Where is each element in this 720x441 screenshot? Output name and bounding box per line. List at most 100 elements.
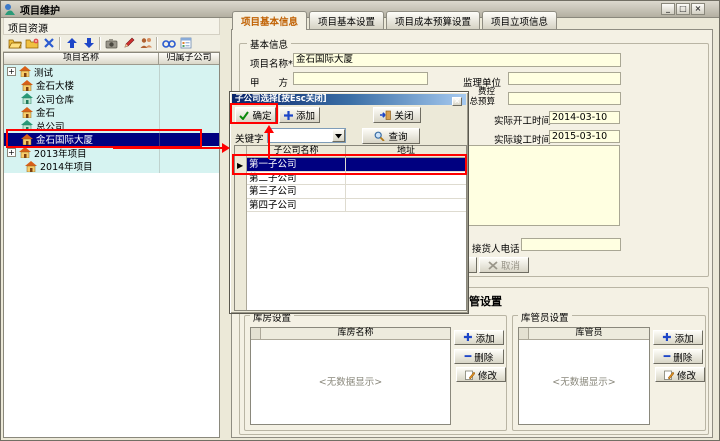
app-icon (4, 3, 16, 15)
open-folder-icon[interactable] (6, 36, 23, 51)
keeper-grid-header[interactable]: 库管员 (529, 328, 649, 339)
move-down-icon[interactable] (80, 36, 97, 51)
close-button[interactable]: × (691, 3, 705, 15)
toolbar-separator (99, 37, 101, 50)
tree-item-jinshi[interactable]: 金石 (4, 106, 219, 120)
tree-item-2013-projects[interactable]: + 2013年项目 (4, 146, 219, 160)
keyword-label: 关键字 (235, 131, 264, 145)
dialog-add-button[interactable]: 添加 (279, 107, 320, 123)
tree-item-zonggongsi[interactable]: 总公司 (4, 119, 219, 133)
dialog-close-button[interactable]: 关闭 (373, 107, 421, 123)
cancel-button[interactable]: 取消 (479, 257, 529, 273)
receiver-phone-label: 接货人电话 (472, 241, 520, 255)
dialog-search-button[interactable]: 查询 (362, 128, 420, 144)
actual-start-input[interactable]: 2014-03-10 (549, 111, 620, 124)
subsidiary-row-1[interactable]: 第一子公司 (247, 158, 466, 172)
tree-item-2014-projects[interactable]: 2014年项目 (4, 160, 219, 174)
actual-end-input[interactable]: 2015-03-10 (549, 130, 620, 143)
row-marker-column (235, 146, 247, 310)
project-tree-panel: 项目名称 归属子公司 + 测试 金石大楼 公司仓库 金石 (3, 52, 220, 438)
camera-icon[interactable] (103, 36, 120, 51)
project-name-input[interactable]: 金石国际大厦 (293, 53, 621, 67)
subsidiary-select-dialog: 子公司选择[按Esc关闭] × 确定 添加 关闭 关键字 查询 (229, 91, 469, 314)
modify-icon (664, 370, 674, 380)
house-icon (19, 147, 31, 158)
window-title: 项目维护 (20, 2, 60, 17)
keeper-add-button[interactable]: ✚添加 (653, 330, 703, 345)
expand-icon[interactable]: + (7, 67, 16, 76)
keeper-empty-text: <无数据显示> (519, 374, 649, 388)
actual-end-label: 实际竣工时间 (494, 132, 551, 146)
magnifier-icon (374, 131, 385, 141)
maximize-button[interactable]: □ (676, 3, 690, 15)
expand-icon[interactable]: + (7, 148, 16, 157)
plus-icon (284, 111, 293, 120)
tree-item-jinshiguojidasha-selected[interactable]: 金石国际大厦 (4, 133, 219, 147)
warehouse-grid[interactable]: 库房名称 <无数据显示> (250, 327, 451, 425)
keeper-legend: 库管员设置 (518, 310, 572, 324)
house-icon (21, 80, 33, 91)
minimize-button[interactable]: _ (661, 3, 675, 15)
check-icon (239, 111, 249, 120)
house-icon (19, 66, 31, 77)
users-icon[interactable] (137, 36, 154, 51)
warehouse-icon (21, 93, 33, 104)
current-row-marker: ▶ (237, 161, 243, 170)
subsidiary-row-2[interactable]: 第二子公司 (247, 172, 466, 186)
column-header-address[interactable]: 地址 (346, 146, 466, 157)
tree-item-jinshidalou[interactable]: 金石大楼 (4, 79, 219, 93)
tree-item-ceshi[interactable]: + 测试 (4, 65, 219, 79)
tab-project-cost-budget-settings[interactable]: 项目成本预算设置 (386, 11, 480, 29)
row-marker-header (519, 328, 529, 339)
keyword-combobox[interactable] (267, 128, 346, 143)
column-header-company[interactable]: 归属子公司 (159, 53, 219, 64)
party-a-input[interactable] (293, 72, 428, 85)
app-window: 项目维护 _ □ × 项目资源 项目名称 归属子公司 + 测试 (0, 0, 720, 441)
warehouse-empty-text: <无数据显示> (251, 374, 450, 388)
column-header-project-name[interactable]: 项目名称 (4, 53, 159, 64)
warehouse-delete-button[interactable]: ━删除 (454, 349, 504, 364)
move-up-icon[interactable] (63, 36, 80, 51)
receiver-phone-input[interactable] (521, 238, 621, 251)
warehouse-modify-button[interactable]: 修改 (456, 367, 506, 382)
subsidiary-grid-header: 子公司名称 地址 (247, 146, 466, 158)
warehouse-grid-header[interactable]: 库房名称 (261, 328, 450, 339)
tab-project-basic-info[interactable]: 项目基本信息 (232, 11, 307, 30)
tree-toolbar (3, 35, 220, 52)
actual-start-label: 实际开工时间 (494, 113, 551, 127)
toolbar-separator (156, 37, 158, 50)
house-icon (21, 134, 33, 145)
party-a-label: 甲 方 (250, 75, 288, 89)
delete-icon[interactable] (40, 36, 57, 51)
chevron-down-icon[interactable] (332, 129, 345, 142)
dialog-ok-button[interactable]: 确定 (235, 107, 276, 123)
keeper-modify-button[interactable]: 修改 (655, 367, 705, 382)
cancel-x-icon (488, 261, 498, 270)
subsidiary-row-3[interactable]: 第三子公司 (247, 185, 466, 199)
exit-door-icon (380, 110, 391, 120)
keeper-delete-button[interactable]: ━删除 (653, 349, 703, 364)
project-resources-header: 项目资源 (3, 18, 220, 35)
modify-icon (465, 370, 475, 380)
tab-project-approval-info[interactable]: 项目立项信息 (482, 11, 557, 29)
budget-input[interactable] (508, 92, 621, 105)
house-icon (21, 107, 33, 118)
tab-strip: 项目基本信息 项目基本设置 项目成本预算设置 项目立项信息 (232, 11, 557, 30)
supervisor-input[interactable] (508, 72, 621, 85)
project-name-label: 项目名称* (250, 56, 293, 70)
subsidiary-row-4[interactable]: 第四子公司 (247, 199, 466, 213)
column-header-subsidiary-name[interactable]: 子公司名称 (247, 146, 346, 157)
pen-icon[interactable] (120, 36, 137, 51)
toolbar-separator (59, 37, 61, 50)
dialog-close-icon[interactable]: × (452, 97, 462, 106)
tree-item-gongsicangku[interactable]: 公司仓库 (4, 92, 219, 106)
tab-project-basic-settings[interactable]: 项目基本设置 (309, 11, 384, 29)
edit-folder-icon[interactable] (23, 36, 40, 51)
warehouse-add-button[interactable]: ✚添加 (454, 330, 504, 345)
warehouse-icon (21, 120, 33, 131)
dialog-title-bar[interactable]: 子公司选择[按Esc关闭] × (232, 94, 466, 105)
tree-header-row: 项目名称 归属子公司 (4, 53, 219, 65)
find-icon[interactable] (160, 36, 177, 51)
keeper-grid[interactable]: 库管员 <无数据显示> (518, 327, 650, 425)
report-icon[interactable] (177, 36, 194, 51)
